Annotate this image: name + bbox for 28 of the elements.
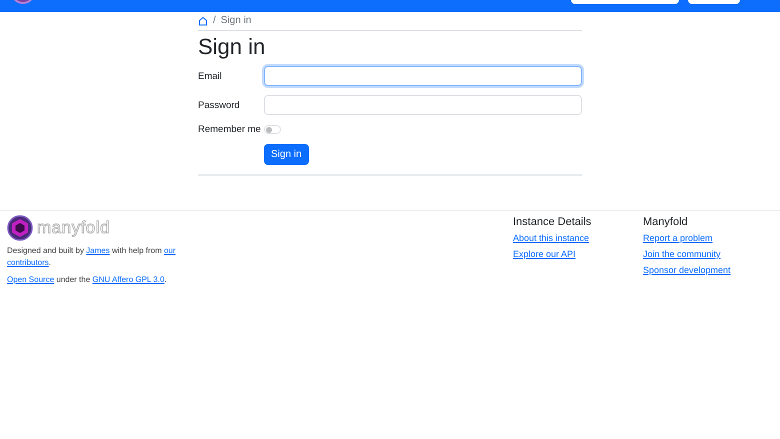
footer-link[interactable]: Sponsor development <box>643 265 773 275</box>
page-title: Sign in <box>198 34 266 60</box>
field-label: Password <box>198 100 241 110</box>
footer-link[interactable]: Join the community <box>643 249 773 259</box>
logo-icon <box>12 0 34 5</box>
footer-link[interactable]: Explore our API <box>513 249 643 259</box>
header-button[interactable] <box>688 0 740 4</box>
logo-icon <box>7 215 33 241</box>
footer-text: Open Source under the GNU Affero GPL 3.0. <box>7 274 168 286</box>
footer-link[interactable]: James <box>86 246 110 255</box>
field-label: Remember me <box>198 124 262 135</box>
logo-text: manyfold <box>37 218 110 238</box>
sign-in-button[interactable]: Sign in <box>264 144 309 165</box>
field-label: Email <box>198 70 223 82</box>
footer-link[interactable]: Report a problem <box>643 233 773 243</box>
home-icon[interactable] <box>198 16 208 26</box>
input-field[interactable] <box>264 66 582 86</box>
breadcrumb-separator: / <box>213 15 216 26</box>
footer-link[interactable]: contributors <box>7 258 49 267</box>
footer-link[interactable]: our <box>164 246 176 255</box>
footer-link[interactable]: Open Source <box>7 275 54 284</box>
footer-link[interactable]: GNU Affero GPL 3.0 <box>92 275 164 284</box>
footer-heading: Manyfold <box>643 216 689 228</box>
remember-toggle[interactable] <box>264 125 281 134</box>
breadcrumb-current: Sign in <box>220 15 252 26</box>
footer-heading: Instance Details <box>513 216 592 228</box>
footer-link[interactable]: About this instance <box>513 233 643 243</box>
footer-text: Designed and built by James with help from our contributors. <box>7 245 177 269</box>
